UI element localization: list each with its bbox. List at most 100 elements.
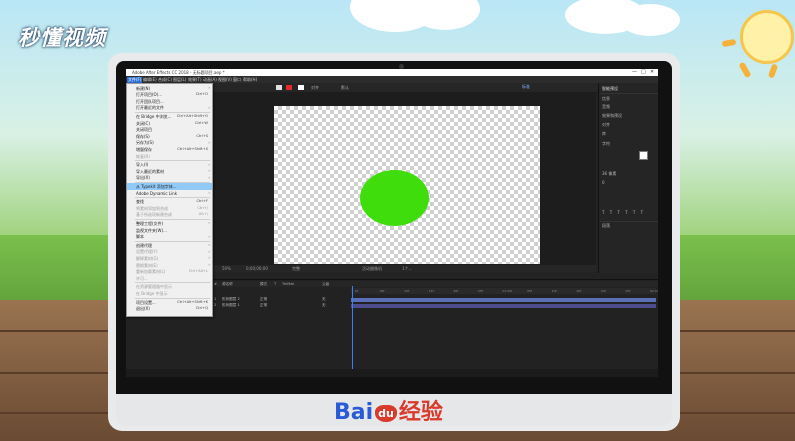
menu-item-label: 项目设置... (136, 299, 156, 305)
panel-character[interactable]: 字符 (602, 141, 610, 147)
green-ellipse-shape[interactable] (360, 170, 429, 226)
composition-canvas[interactable] (274, 106, 540, 264)
layer-mode[interactable]: 正常 (260, 297, 267, 302)
monitor-chin: Bai du 经验 (116, 394, 672, 426)
menu-item-label: 保存(S) (136, 133, 150, 139)
file-menu-item[interactable]: 保存(S) Ctrl+S (127, 133, 212, 139)
file-menu-item[interactable]: 打开团队项目... (127, 98, 212, 104)
file-menu-item[interactable]: 导出(X) › (127, 175, 212, 181)
panel-info[interactable]: 信息 (602, 96, 610, 102)
playhead[interactable] (352, 286, 353, 370)
col-t: T (274, 282, 277, 286)
panel-library[interactable]: 库 (602, 131, 606, 137)
menu-item-shortcut: Ctrl+F (196, 199, 208, 204)
submenu-arrow-icon: › (208, 248, 210, 254)
file-menu-item: 将素材添加到合成 Ctrl+/ (127, 205, 212, 211)
file-menu-item: 设置代理(Y) › (127, 249, 212, 255)
file-menu-item[interactable]: 监视文件夹(W)... (127, 227, 212, 233)
ruler-tick-label: 15f (576, 289, 582, 293)
text-style-buttons[interactable]: T T T T T T (602, 210, 645, 215)
snapping-label[interactable]: 对齐 (311, 85, 319, 91)
current-timecode[interactable]: 0;00;00;00 (246, 266, 268, 271)
after-effects-window: Adobe After Effects CC 2018 - 无标题项目.aep … (126, 69, 658, 377)
layer-number: 1 (214, 297, 217, 301)
menu-item-label: 将素材添加到合成 (136, 205, 168, 211)
menu-item-shortcut: Ctrl+O (195, 92, 208, 97)
standard-workspace-label[interactable]: 标准 (522, 84, 530, 90)
file-menu-item[interactable]: 增量保存 Ctrl+Alt+Shift+S (127, 146, 212, 152)
menu-item-label: 整理工程(文件) (136, 220, 164, 226)
ruler-tick-label: 05f (379, 289, 385, 293)
panel-paragraph[interactable]: 段落 (602, 223, 610, 229)
menu-item-label: 导入最近的素材 (136, 168, 164, 174)
baidu-jingyan-logo: Bai du 经验 (334, 394, 443, 426)
file-menu-dropdown: 新建(N) › 打开项目(O)... Ctrl+O 打开团队项目... 打开最近的文件 › 在… (126, 83, 213, 317)
col-mode: 模式 (260, 282, 268, 286)
font-size-value[interactable]: 36 像素 (602, 171, 616, 177)
selection-tool-icon[interactable] (276, 85, 282, 90)
ruler-tick-label: 05f (527, 289, 532, 293)
layer-mode[interactable]: 正常 (260, 303, 267, 308)
layer-parent[interactable]: 无 (322, 303, 326, 308)
close-button[interactable]: ✕ (650, 69, 654, 75)
menu-item-label: 导入(I) (136, 162, 149, 168)
minimize-button[interactable]: — (632, 69, 637, 75)
file-menu-item: 解释素材(G) › (127, 255, 212, 261)
menu-item-label: 基于所选项新建合成 (136, 212, 172, 218)
time-ruler[interactable]: 0f 05f 10f 15f 20f 25f 01:00f 05f 10f 15f 20f 25f 02… (351, 288, 658, 294)
divider (600, 221, 658, 222)
zoom-level[interactable]: 50% (222, 266, 231, 271)
menu-item-label: 许可... (136, 275, 148, 281)
file-menu-item[interactable]: 整理工程(文件) › (127, 220, 212, 226)
camera-select[interactable]: 活动摄像机 (362, 266, 382, 272)
file-menu-item[interactable]: 从 Typekit 添加字体... (127, 183, 212, 190)
file-menu-item[interactable]: 创建代理 › (127, 242, 212, 248)
panel-effects-presets[interactable]: 效果和预设 (602, 113, 622, 119)
panel-audio[interactable]: 音频 (602, 104, 610, 110)
menu-item-shortcut: Ctrl+Alt+Shift+O (176, 113, 208, 118)
layer-name[interactable]: 形状图层 2 (222, 297, 240, 302)
file-menu-item: 许可... (127, 275, 212, 281)
file-menu-item[interactable]: 新建(N) › (127, 85, 212, 91)
menu-item-label: 替换素材(E) (136, 262, 158, 268)
maximize-button[interactable]: □ (641, 69, 646, 75)
file-menu-item[interactable]: Adobe Dynamic Link › (127, 190, 212, 196)
file-menu-item: 在资源管理器中显示 (127, 284, 212, 290)
file-menu-item[interactable]: 导入最近的素材 › (127, 168, 212, 174)
layer-parent[interactable]: 无 (322, 297, 326, 302)
panel-align[interactable]: 对齐 (602, 122, 610, 128)
resolution-select[interactable]: 完整 (292, 266, 300, 272)
layer-row[interactable]: 1 形状图层 2 正常 无 (214, 297, 349, 302)
layer-duration-bar[interactable] (351, 298, 656, 302)
fill-color-swatch[interactable] (286, 85, 292, 90)
sun-icon (740, 10, 794, 64)
file-menu-item[interactable]: 关闭项目 (127, 127, 212, 133)
layer-number: 2 (214, 303, 217, 307)
col-number: # (214, 282, 218, 286)
file-menu-item[interactable]: 关闭(C) Ctrl+W (127, 120, 212, 126)
file-menu-item[interactable]: 打开项目(O)... Ctrl+O (127, 92, 212, 98)
file-menu-item[interactable]: 导入(I) › (127, 162, 212, 168)
file-menu-item[interactable]: 项目设置... Ctrl+Alt+Shift+K (127, 299, 212, 305)
stroke-color-swatch[interactable] (298, 85, 304, 90)
views-select[interactable]: 1个... (402, 266, 412, 272)
file-menu-item[interactable]: 退出(X) Ctrl+Q (127, 306, 212, 312)
workspace-label[interactable]: 默认 (341, 85, 349, 91)
menu-item-label: 打开团队项目... (136, 98, 164, 104)
layer-name[interactable]: 形状图层 1 (222, 303, 240, 308)
submenu-arrow-icon: › (208, 242, 210, 248)
layer-row[interactable]: 2 形状图层 1 正常 无 (214, 303, 349, 308)
submenu-arrow-icon: › (208, 139, 210, 145)
ruler-tick-label: 20f (453, 289, 459, 293)
file-menu-item[interactable]: 脚本 › (127, 234, 212, 240)
file-menu-item[interactable]: 查找 Ctrl+F (127, 199, 212, 205)
file-menu-item[interactable]: 打开最近的文件 › (127, 105, 212, 111)
panel-tab-presets[interactable]: 智能预设 (602, 86, 618, 92)
file-menu-item[interactable]: 在 Bridge 中浏览... Ctrl+Alt+Shift+O (127, 113, 212, 119)
tracking-value[interactable]: 0 (602, 180, 605, 185)
text-color-swatch[interactable] (639, 151, 648, 160)
layer-duration-bar[interactable] (351, 304, 656, 308)
menu-item-label: 打开项目(O)... (136, 92, 163, 98)
file-menu-item[interactable]: 另存为(S) › (127, 140, 212, 146)
baidu-logo-paw: du (375, 404, 397, 422)
